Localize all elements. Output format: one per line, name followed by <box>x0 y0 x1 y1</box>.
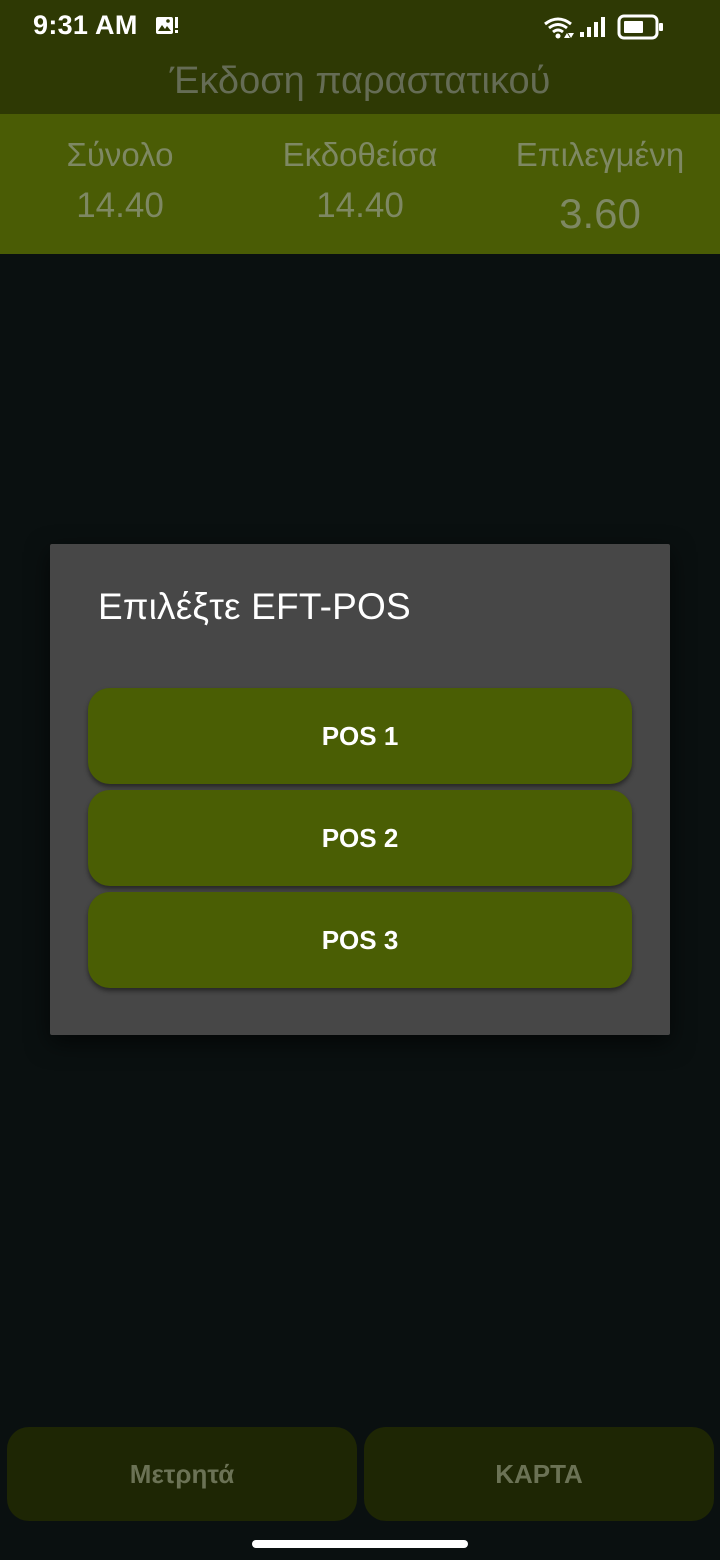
signal-icon <box>580 17 605 37</box>
dialog-title: Επιλέξτε EFT-POS <box>98 586 411 627</box>
pos-3-button[interactable]: POS 3 <box>88 892 632 988</box>
status-bar: 9:31 AM <box>0 0 720 54</box>
issued-label: Εκδοθείσα <box>282 136 438 173</box>
status-time: 9:31 AM <box>33 10 138 40</box>
issued-value: 14.40 <box>316 186 404 225</box>
total-value: 14.40 <box>76 186 164 225</box>
gallery-alert-icon <box>156 17 178 34</box>
card-button[interactable]: ΚΑΡΤΑ <box>364 1427 714 1521</box>
totals-panel: Σύνολο 14.40 Εκδοθείσα 14.40 Επιλεγμένη … <box>0 114 720 254</box>
pos-2-button[interactable]: POS 2 <box>88 790 632 886</box>
app-bar: Έκδοση παραστατικού <box>0 54 720 114</box>
home-indicator[interactable] <box>252 1540 468 1548</box>
page-title: Έκδοση παραστατικού <box>169 60 551 102</box>
wifi-icon <box>544 17 574 39</box>
selected-value: 3.60 <box>559 190 641 237</box>
eft-pos-dialog: Επιλέξτε EFT-POS POS 1 POS 2 POS 3 <box>50 544 670 1035</box>
selected-label: Επιλεγμένη <box>515 136 685 173</box>
battery-icon <box>617 14 663 40</box>
total-label: Σύνολο <box>66 136 174 173</box>
pos-1-button[interactable]: POS 1 <box>88 688 632 784</box>
cash-button[interactable]: Μετρητά <box>7 1427 357 1521</box>
